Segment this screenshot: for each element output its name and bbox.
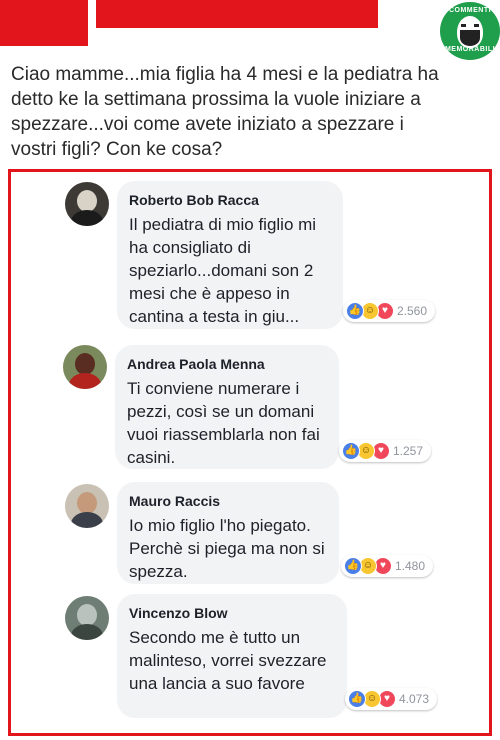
comments-highlight-frame: Roberto Bob Racca Il pediatra di mio fig… [8,169,492,736]
logo-beard-icon [460,30,480,46]
avatar[interactable] [65,182,109,226]
reaction-count: 1.257 [393,444,424,458]
reaction-count: 2.560 [397,304,428,318]
comment-text: Io mio figlio l'ho piegato. Perchè si pi… [129,516,325,581]
post-text: Ciao mamme...mia figlia ha 4 mesi e la p… [11,64,439,160]
reactions-badge[interactable]: 👍 ☺ ♥ 1.480 [341,555,433,577]
avatar[interactable] [63,345,107,389]
reaction-count: 4.073 [399,692,430,706]
logo-bottom-text: MEMORABILI [444,46,496,53]
reactions-badge[interactable]: 👍 ☺ ♥ 1.257 [339,440,431,462]
like-icon: 👍 [348,690,366,708]
comment-bubble: Andrea Paola Menna Ti conviene numerare … [115,345,339,469]
comment-author[interactable]: Roberto Bob Racca [129,191,331,209]
comment-author[interactable]: Andrea Paola Menna [127,355,327,373]
logo-eyes-icon [461,24,479,27]
commenti-memorabili-logo: COMMENTI MEMORABILI [440,2,500,60]
comment-bubble: Roberto Bob Racca Il pediatra di mio fig… [117,181,343,329]
avatar[interactable] [65,596,109,640]
comment-text: Secondo me è tutto un malinteso, vorrei … [129,628,327,693]
like-icon: 👍 [342,442,360,460]
comment-author[interactable]: Mauro Raccis [129,492,327,510]
reactions-badge[interactable]: 👍 ☺ ♥ 2.560 [343,300,435,322]
comment-text: Il pediatra di mio figlio mi ha consigli… [129,215,317,326]
like-icon: 👍 [344,557,362,575]
comment-bubble: Vincenzo Blow Secondo me è tutto un mali… [117,594,347,718]
reaction-count: 1.480 [395,559,426,573]
redaction-bar [96,0,378,28]
avatar[interactable] [65,484,109,528]
redaction-bar [0,0,88,46]
logo-top-text: COMMENTI [448,7,492,14]
like-icon: 👍 [346,302,364,320]
comment-text: Ti conviene numerare i pezzi, così se un… [127,379,320,467]
comment-bubble: Mauro Raccis Io mio figlio l'ho piegato.… [117,482,339,584]
reactions-badge[interactable]: 👍 ☺ ♥ 4.073 [345,688,437,710]
comment-author[interactable]: Vincenzo Blow [129,604,335,622]
